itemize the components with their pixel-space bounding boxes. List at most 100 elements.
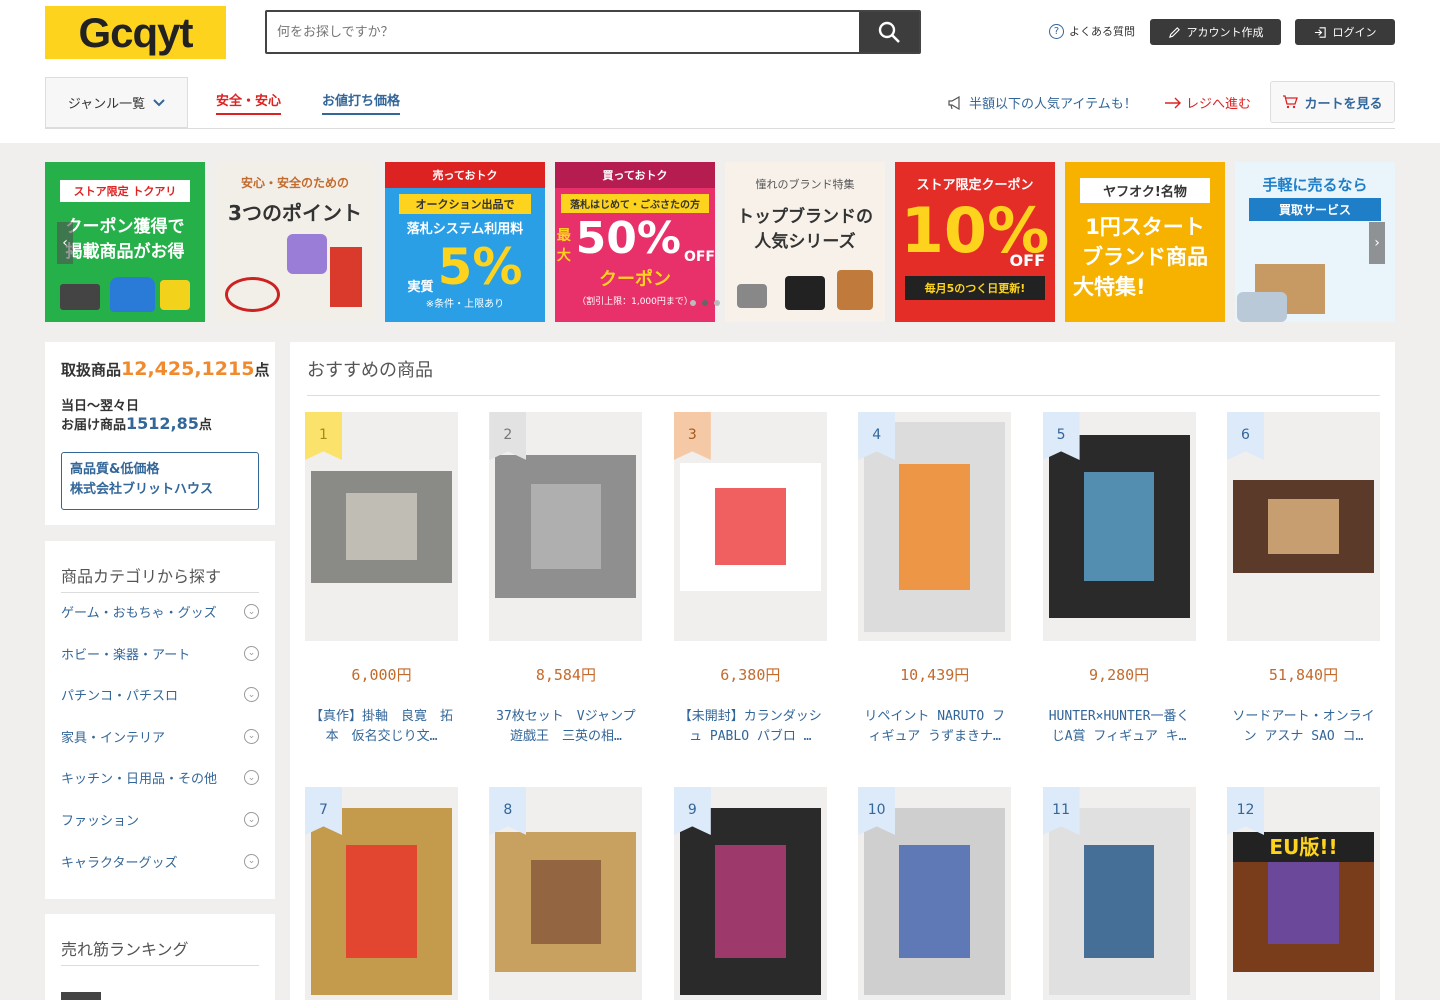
product-price: 8,584円 xyxy=(535,666,596,684)
banner-buy[interactable]: 買っておトク 落札はじめて・ごぶさたの方 最大 50% OFF クーポン （割引… xyxy=(555,162,715,322)
chevron-down-icon: ⌄ xyxy=(244,604,259,619)
chevron-right-icon: › xyxy=(1374,235,1380,251)
banner-4-big: 50% xyxy=(575,213,681,264)
bag-image xyxy=(110,277,155,312)
faq-link[interactable]: ? よくある質問 xyxy=(1049,23,1135,39)
product-photo xyxy=(1048,808,1190,995)
search-icon xyxy=(878,21,900,43)
clothes-image xyxy=(1237,292,1287,322)
carousel-dot[interactable] xyxy=(690,300,696,306)
company-box[interactable]: 高品質&低価格 株式会社ブリットハウス xyxy=(61,452,259,510)
item-count-value: 12,425,1215 xyxy=(121,358,255,380)
product-name[interactable]: 【真作】掛軸 良寛 拓本 仮名交じり文… xyxy=(305,707,458,747)
search-input[interactable] xyxy=(267,12,861,52)
faq-label: よくある質問 xyxy=(1069,25,1135,38)
camera-image xyxy=(60,284,100,310)
category-item[interactable]: ホビー・楽器・アート ⌄ xyxy=(61,644,259,663)
view-cart-label: カートを見る xyxy=(1304,96,1383,112)
category-item[interactable]: キッチン・日用品・その他 ⌄ xyxy=(61,768,259,787)
tab-safe[interactable]: 安全・安心 xyxy=(216,90,282,115)
category-item[interactable]: キャラクターグッズ ⌄ xyxy=(61,852,259,871)
genre-label: ジャンル一覧 xyxy=(67,97,146,112)
header-divider xyxy=(45,128,1395,129)
site-logo[interactable]: Gcqyt xyxy=(45,6,226,59)
carousel-dots xyxy=(690,300,720,306)
banner-3-line1: 売っておトク xyxy=(385,162,545,188)
carousel-dot[interactable] xyxy=(702,300,708,306)
banner-8-line2: 買取サービス xyxy=(1249,198,1381,221)
create-account-label: アカウント作成 xyxy=(1186,26,1264,39)
carousel-prev-button[interactable]: ‹ xyxy=(57,222,73,264)
ranking-title: 売れ筋ランキング xyxy=(61,936,259,966)
category-label: ファッション xyxy=(61,814,140,829)
banner-5-line2: トップブランドの xyxy=(737,207,873,227)
recommended-section: おすすめの商品 1 6,000円 【真作】掛軸 良寛 拓本 仮名交じり文… 2 8,58… xyxy=(290,342,1395,1000)
product-photo xyxy=(864,808,1006,995)
banner-coupon[interactable]: ストア限定クーポン 10% OFF 毎月5のつく日更新! xyxy=(895,162,1055,322)
create-account-button[interactable]: アカウント作成 xyxy=(1150,19,1281,45)
carousel-next-button[interactable]: › xyxy=(1369,222,1385,264)
product-price: 9,280円 xyxy=(1089,666,1150,684)
view-cart-button[interactable]: カートを見る xyxy=(1270,81,1395,123)
product-name[interactable]: ソードアート・オンライン アスナ SAO コ… xyxy=(1227,707,1380,747)
search-bar xyxy=(265,10,921,54)
product-price: 6,000円 xyxy=(351,666,412,684)
eu-label: EU版!! xyxy=(1233,831,1374,862)
chevron-down-icon xyxy=(153,98,165,106)
section-divider xyxy=(307,395,1380,396)
banner-2-line2: 3つのポイント xyxy=(228,201,362,225)
banner-1yen[interactable]: ヤフオク!名物 1円スタート ブランド商品 大特集! xyxy=(1065,162,1225,322)
banner-7-line2: 1円スタート xyxy=(1085,215,1205,239)
banner-brand[interactable]: 憧れのブランド特集 トップブランドの 人気シリーズ xyxy=(725,162,885,322)
banner-3points[interactable]: 安心・安全のための 3つのポイント xyxy=(215,162,375,322)
tab-price[interactable]: お値打ち価格 xyxy=(322,90,401,115)
item-count-label: 取扱商品 xyxy=(61,361,122,379)
search-button[interactable] xyxy=(859,12,919,52)
category-item[interactable]: 家具・インテリア ⌄ xyxy=(61,727,259,746)
ranking-thumbnail[interactable] xyxy=(61,992,101,1000)
banner-3-line4: 実質 xyxy=(407,280,434,295)
chevron-down-icon: ⌄ xyxy=(244,812,259,827)
category-title: 商品カテゴリから探す xyxy=(61,563,259,593)
product-name[interactable]: リペイント NARUTO フィギュア うずまきナ… xyxy=(858,707,1011,747)
delivery-value: 1512,85 xyxy=(126,414,199,433)
checkout-link[interactable]: レジへ進む xyxy=(1164,93,1251,112)
product-photo xyxy=(311,808,452,995)
category-item[interactable]: ゲーム・おもちゃ・グッズ ⌄ xyxy=(61,602,259,621)
ranking-box: 売れ筋ランキング xyxy=(45,914,275,1000)
promo-link[interactable]: 半額以下の人気アイテムも！ xyxy=(948,93,1137,112)
delivery-label: お届け商品 xyxy=(61,418,127,433)
banner-4-line2: 落札はじめて・ごぶさたの方 xyxy=(561,194,709,213)
banner-sell[interactable]: 売っておトク オークション出品で 落札システム利用料 実質 5% ※条件・上限あ… xyxy=(385,162,545,322)
pencil-icon xyxy=(1168,26,1180,38)
category-label: 家具・インテリア xyxy=(61,730,166,746)
red-coat-image xyxy=(330,247,362,307)
login-button[interactable]: ログイン xyxy=(1295,19,1395,45)
product-photo: EU版!! xyxy=(1233,831,1374,972)
stats-box: 取扱商品12,425,1215点 当日〜翌々日 お届け商品1512,85点 高品… xyxy=(45,342,275,525)
purple-bag-image xyxy=(287,234,327,274)
banner-1-line1: ストア限定 トクアリ xyxy=(60,180,190,202)
carousel-dot[interactable] xyxy=(714,300,720,306)
login-label: ログイン xyxy=(1332,26,1377,39)
category-item[interactable]: パチンコ・パチスロ ⌄ xyxy=(61,685,259,704)
product-name[interactable]: 37枚セット Vジャンプ 遊戯王 三英の相… xyxy=(489,707,642,747)
promo-label: 半額以下の人気アイテムも！ xyxy=(969,97,1137,112)
product-price: 10,439円 xyxy=(900,666,970,684)
category-box: 商品カテゴリから探す ゲーム・おもちゃ・グッズ ⌄ ホビー・楽器・アート ⌄ パチンコ・… xyxy=(45,541,275,899)
category-item[interactable]: ファッション ⌄ xyxy=(61,810,259,829)
genre-dropdown[interactable]: ジャンル一覧 xyxy=(45,77,188,128)
watch-image xyxy=(737,284,767,308)
product-photo xyxy=(1233,480,1374,573)
banner-4-line1: 買っておトク xyxy=(555,162,715,188)
product-name[interactable]: 【未開封】カランダッシュ PABLO パブロ … xyxy=(674,707,827,747)
product-name[interactable]: HUNTER×HUNTER一番くじA賞 フィギュア キ… xyxy=(1043,707,1196,747)
category-label: キッチン・日用品・その他 xyxy=(61,772,218,788)
banner-5-line1: 憧れのブランド特集 xyxy=(755,178,855,191)
section-title: おすすめの商品 xyxy=(307,360,433,381)
category-label: ホビー・楽器・アート xyxy=(61,647,191,663)
item-count-unit: 点 xyxy=(254,361,270,379)
product-photo xyxy=(1048,435,1190,618)
banner-7-line1: ヤフオク!名物 xyxy=(1080,178,1210,203)
product-photo xyxy=(679,462,821,591)
